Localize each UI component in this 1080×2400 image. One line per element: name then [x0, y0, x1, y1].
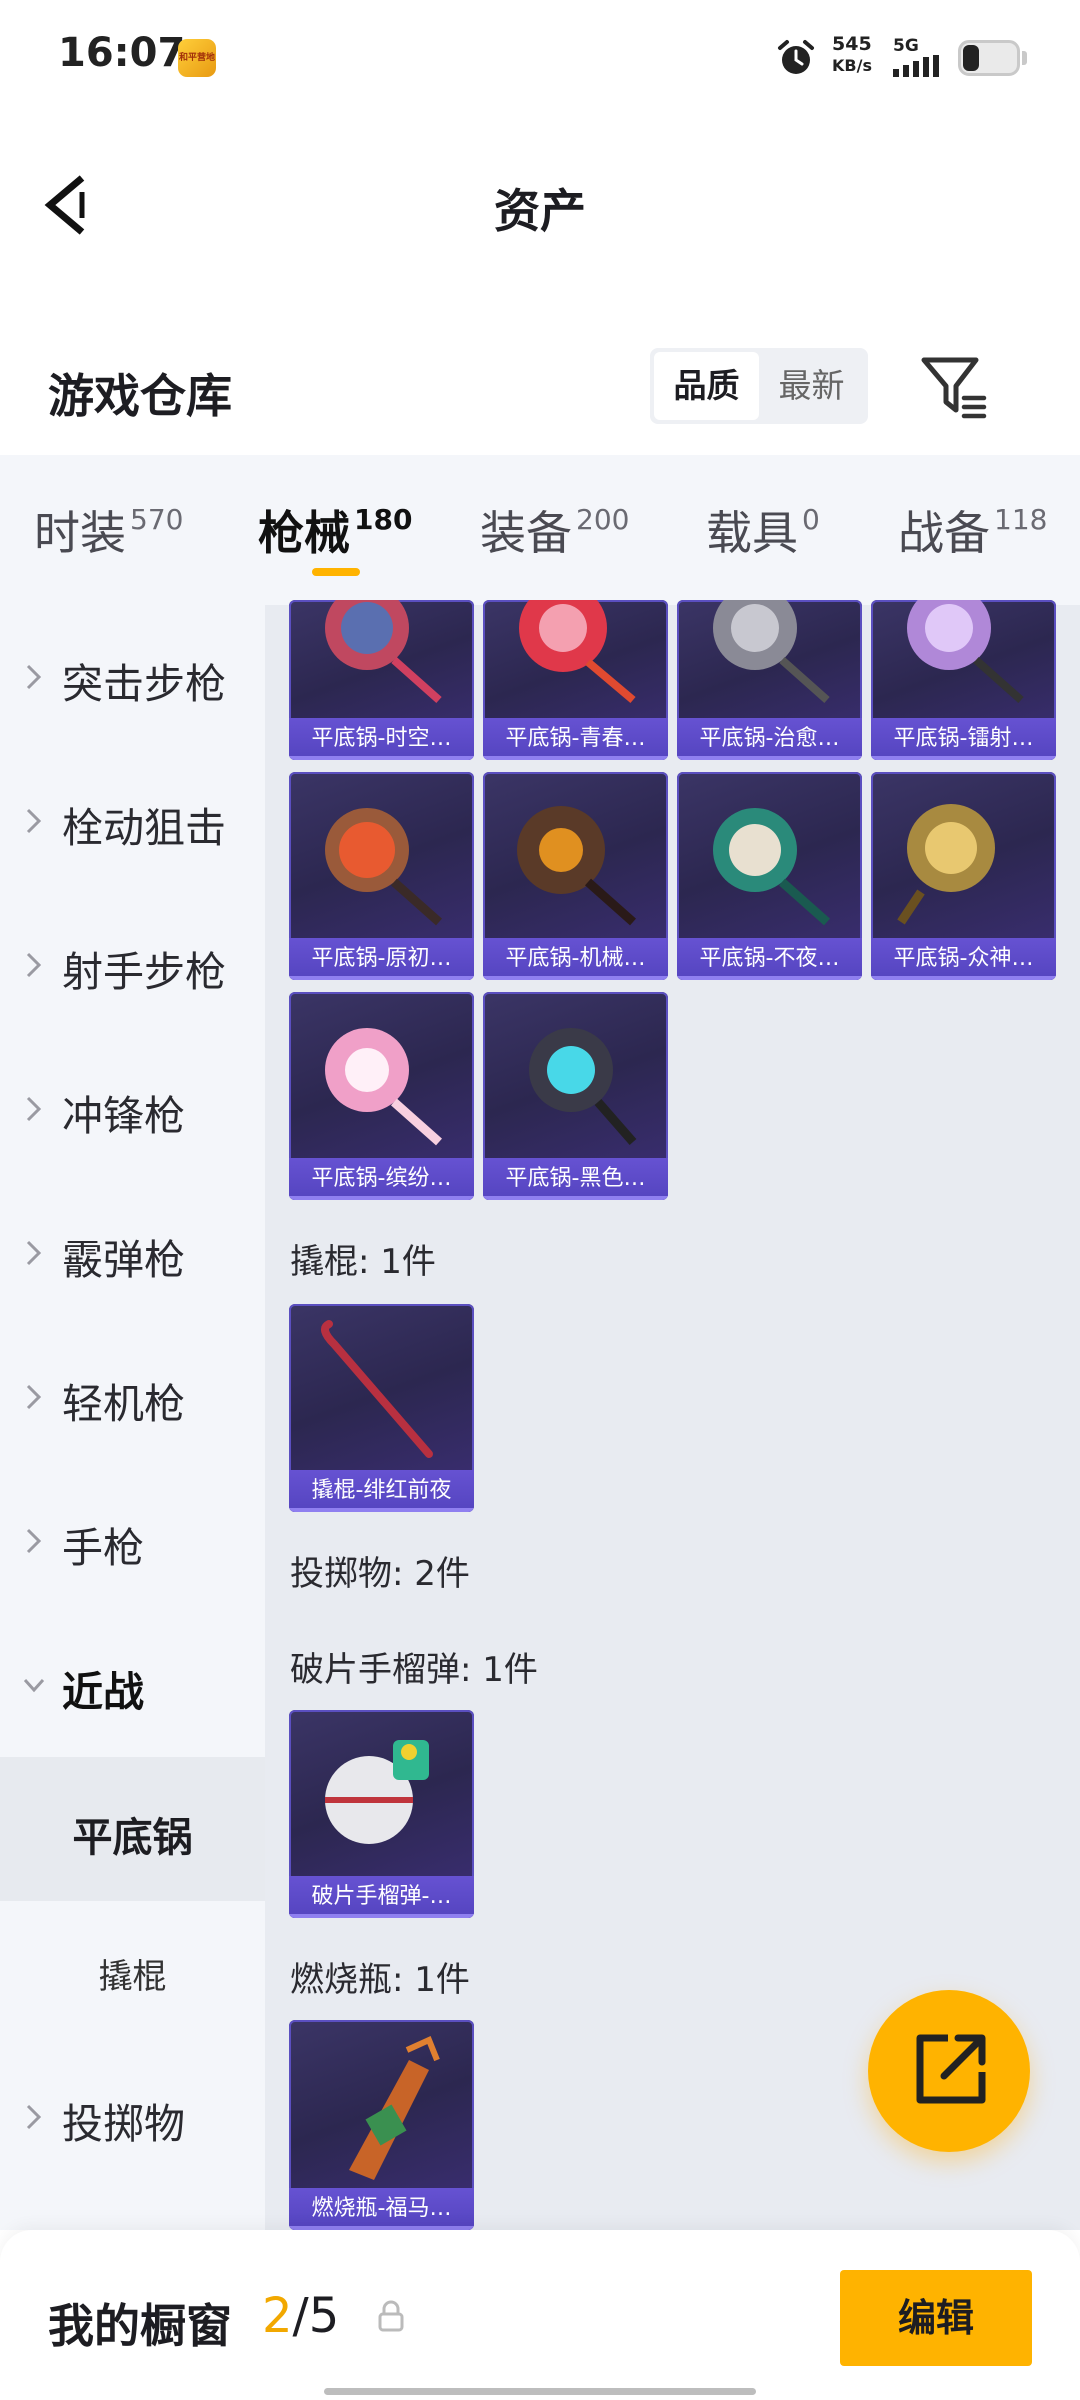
chevron-right-icon: [26, 2104, 42, 2130]
showcase-count: 2/5: [262, 2288, 340, 2344]
status-time: 16:07: [58, 30, 186, 76]
pan-icon: [713, 808, 830, 926]
section-label-molotov: 燃烧瓶: 1件: [290, 1960, 470, 2000]
sidebar-item-marksman-rifle[interactable]: 射手步枪: [0, 893, 265, 1037]
chevron-right-icon: [26, 1528, 42, 1554]
item-card-pan[interactable]: 平底锅-不夜…: [677, 772, 862, 980]
item-card-grenade[interactable]: 破片手榴弹-…: [289, 1710, 474, 1918]
chevron-right-icon: [26, 1240, 42, 1266]
category-tab-bar: 时装 570 枪械 180 装备 200 载具 0 战备 118: [0, 455, 1080, 605]
battery-icon: [958, 40, 1020, 76]
edit-button[interactable]: 编辑: [840, 2270, 1032, 2366]
item-card-pan[interactable]: 平底锅-机械…: [483, 772, 668, 980]
tab-guns[interactable]: 枪械 180: [258, 497, 412, 563]
tab-fashion[interactable]: 时装 570: [34, 497, 183, 563]
signal-icon: [893, 55, 939, 77]
sidebar-item-bolt-sniper[interactable]: 栓动狙击: [0, 749, 265, 893]
pan-icon: [519, 600, 636, 704]
item-card-pan[interactable]: 平底锅-缤纷…: [289, 992, 474, 1200]
grenade-icon: [325, 1740, 429, 1844]
item-card-pan[interactable]: 平底锅-众神…: [871, 772, 1056, 980]
pan-icon: [325, 600, 442, 703]
warehouse-title: 游戏仓库: [48, 369, 232, 423]
lock-icon: [378, 2300, 404, 2332]
sidebar-item-shotgun[interactable]: 霰弹枪: [0, 1181, 265, 1325]
filter-icon[interactable]: [918, 352, 990, 424]
sidebar-subitem-crowbar[interactable]: 撬棍: [0, 1901, 265, 2045]
tab-equipment[interactable]: 装备 200: [480, 497, 629, 563]
nav-header: 资产: [0, 115, 1080, 290]
page-title: 资产: [494, 184, 586, 238]
tab-supplies[interactable]: 战备 118: [898, 497, 1047, 563]
sidebar-item-lmg[interactable]: 轻机枪: [0, 1325, 265, 1469]
home-indicator: [324, 2388, 756, 2395]
sidebar: 突击步枪 栓动狙击 射手步枪 冲锋枪 霰弹枪 轻机枪 手枪 近战 平底锅 撬棍 …: [0, 605, 265, 2230]
sidebar-subitem-pan[interactable]: 平底锅: [0, 1757, 265, 1901]
section-label-crowbar: 撬棍: 1件: [290, 1242, 436, 1282]
pan-icon: [529, 1028, 637, 1145]
app-badge-icon: 和平营地: [178, 39, 216, 77]
crowbar-icon: [321, 1320, 433, 1458]
sidebar-item-throwables[interactable]: 投掷物: [0, 2045, 265, 2189]
section-label-grenade: 破片手榴弹: 1件: [290, 1650, 538, 1690]
pan-icon: [517, 806, 636, 926]
chevron-right-icon: [26, 1384, 42, 1410]
share-icon: [916, 2034, 986, 2104]
chevron-right-icon: [26, 1096, 42, 1122]
active-tab-indicator: [312, 568, 360, 576]
chevron-down-icon: [23, 1678, 45, 1693]
chevron-right-icon: [26, 952, 42, 978]
net-speed: 545 KB/s: [832, 33, 872, 75]
item-card-pan[interactable]: 平底锅-镭射…: [871, 600, 1056, 760]
pan-icon: [897, 804, 995, 925]
chevron-right-icon: [26, 808, 42, 834]
item-card-pan[interactable]: 平底锅-原初…: [289, 772, 474, 980]
net-type-label: 5G: [893, 36, 919, 56]
sidebar-item-assault-rifle[interactable]: 突击步枪: [0, 605, 265, 749]
sidebar-item-smg[interactable]: 冲锋枪: [0, 1037, 265, 1181]
item-card-pan[interactable]: 平底锅-黑色…: [483, 992, 668, 1200]
share-button[interactable]: [868, 1990, 1030, 2152]
section-label-throwables: 投掷物: 2件: [290, 1554, 470, 1594]
pan-icon: [907, 600, 1024, 703]
item-card-crowbar[interactable]: 撬棍-绯红前夜: [289, 1304, 474, 1512]
pan-icon: [325, 1028, 442, 1146]
molotov-icon: [349, 2035, 440, 2180]
sidebar-item-pistol[interactable]: 手枪: [0, 1469, 265, 1613]
pan-icon: [713, 600, 830, 703]
showcase-bar: 我的橱窗 2/5 编辑: [0, 2230, 1080, 2400]
showcase-label: 我的橱窗: [48, 2299, 232, 2353]
sort-latest-button[interactable]: 最新: [759, 352, 864, 420]
status-bar: 16:07 和平营地 545 KB/s 5G: [0, 0, 1080, 115]
item-card-molotov[interactable]: 燃烧瓶-福马…: [289, 2020, 474, 2230]
item-card-pan[interactable]: 平底锅-青春…: [483, 600, 668, 760]
sort-toggle: 品质 最新: [650, 348, 868, 424]
tab-vehicles[interactable]: 载具 0: [706, 497, 820, 563]
item-card-pan[interactable]: 平底锅-时空…: [289, 600, 474, 760]
chevron-right-icon: [26, 664, 42, 690]
sort-quality-button[interactable]: 品质: [654, 352, 759, 420]
sidebar-item-melee[interactable]: 近战: [0, 1613, 265, 1757]
pan-icon: [325, 808, 442, 926]
alarm-icon: [778, 40, 814, 74]
item-card-pan[interactable]: 平底锅-治愈…: [677, 600, 862, 760]
